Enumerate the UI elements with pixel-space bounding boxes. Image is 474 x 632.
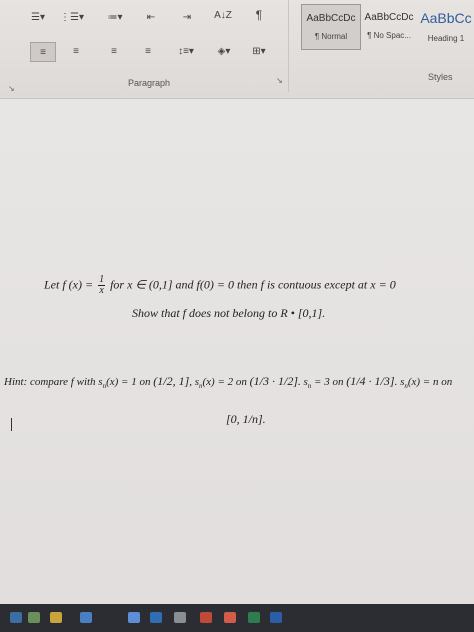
document-page[interactable]: Let f (x) = 1 x for x ∈ (0,1] and f(0) =… [0, 99, 474, 604]
style-sample: AaBbCc [420, 9, 472, 26]
taskbar [0, 604, 474, 632]
show-that-line: Show that f does not belong to R • [0,1]… [132, 306, 326, 320]
shading-button[interactable]: ◈▾ [210, 42, 238, 60]
text-cursor [11, 418, 12, 431]
interval: (1/2, 1] [153, 374, 190, 388]
app-icon[interactable] [174, 612, 186, 623]
paragraph-dialog-launcher-icon[interactable]: ↘ [276, 76, 283, 85]
sort-icon: A↓Z [214, 9, 232, 21]
line-spacing-button[interactable]: ↕≡▾ [172, 42, 200, 60]
borders-button[interactable]: ⊞▾ [244, 42, 274, 60]
style-name: Heading 1 [427, 33, 465, 43]
text-run: Hint: compare f with s [4, 376, 103, 388]
subscript: n [307, 382, 312, 391]
app-icon[interactable] [200, 612, 212, 623]
increase-indent-button[interactable]: ⇥ [178, 8, 196, 26]
text-run: = 3 on [314, 376, 344, 388]
app-icon[interactable] [28, 612, 40, 623]
justify-button[interactable]: ≡ [138, 42, 158, 60]
text-run: (x) = 1 on [106, 376, 151, 388]
style-normal[interactable]: AaBbCcDc ¶ Normal [301, 4, 361, 50]
align-center-button[interactable]: ≡ [66, 42, 86, 60]
pilcrow-icon: ¶ [255, 8, 263, 22]
group-separator [288, 0, 289, 92]
text-run: for x ∈ (0,1] and f(0) = 0 then f is con… [110, 277, 396, 292]
paragraph-group-label: Paragraph [128, 78, 171, 88]
word-icon[interactable] [270, 612, 282, 623]
file-explorer-icon[interactable] [50, 612, 62, 623]
edge-icon[interactable] [128, 612, 140, 623]
show-formatting-button[interactable]: ¶ [250, 6, 268, 24]
styles-group-label: Styles [428, 72, 453, 82]
interval: (1/3 · 1/2] [249, 374, 298, 388]
style-sample: AaBbCcDc [306, 13, 356, 24]
align-right-button[interactable]: ≡ [104, 42, 124, 60]
start-icon[interactable] [10, 612, 22, 623]
style-sample: AaBbCcDc [364, 12, 414, 23]
fraction: 1 x [98, 275, 106, 296]
hint-line: Hint: compare f with s n (x) = 1 on (1/2, … [4, 374, 452, 390]
app-icon[interactable] [150, 612, 162, 623]
decrease-indent-button[interactable]: ⇤ [142, 8, 160, 26]
multilevel-list-button[interactable]: ≔▾ [100, 8, 130, 26]
numbering-button[interactable]: ⋮☰▾ [58, 8, 86, 26]
style-name: ¶ Normal [314, 32, 348, 41]
ribbon: ☰▾ ⋮☰▾ ≔▾ ⇤ ⇥ A↓Z ¶ ≡ ≡ ≡ ≡ ↕≡▾ ◈▾ ⊞▾ ↘ … [0, 0, 474, 99]
bullets-button[interactable]: ☰▾ [26, 8, 50, 26]
style-name: ¶ No Spac... [367, 31, 411, 40]
style-heading-1[interactable]: AaBbCc Heading 1 [418, 4, 474, 48]
app-icon[interactable] [248, 612, 260, 623]
style-no-spacing[interactable]: AaBbCcDc ¶ No Spac... [360, 4, 418, 48]
app-icon[interactable] [224, 612, 236, 623]
text-run: (x) = 2 on [202, 376, 247, 388]
app-icon[interactable] [80, 612, 92, 623]
text-run: . s [298, 376, 308, 388]
interval: (1/4 · 1/3] [346, 374, 395, 388]
problem-statement-line: Let f (x) = 1 x for x ∈ (0,1] and f(0) =… [44, 275, 396, 296]
fraction-denominator: x [99, 285, 104, 296]
final-interval: [0, 1/n]. [226, 412, 266, 426]
text-run: (x) = n on [407, 376, 453, 388]
text-run: , s [189, 376, 200, 388]
text-run: Let f (x) = [44, 277, 94, 292]
align-left-button[interactable]: ≡ [30, 42, 56, 62]
font-dialog-launcher-icon[interactable]: ↘ [8, 84, 15, 93]
sort-button[interactable]: A↓Z [212, 6, 234, 24]
text-run: . s [394, 376, 405, 388]
